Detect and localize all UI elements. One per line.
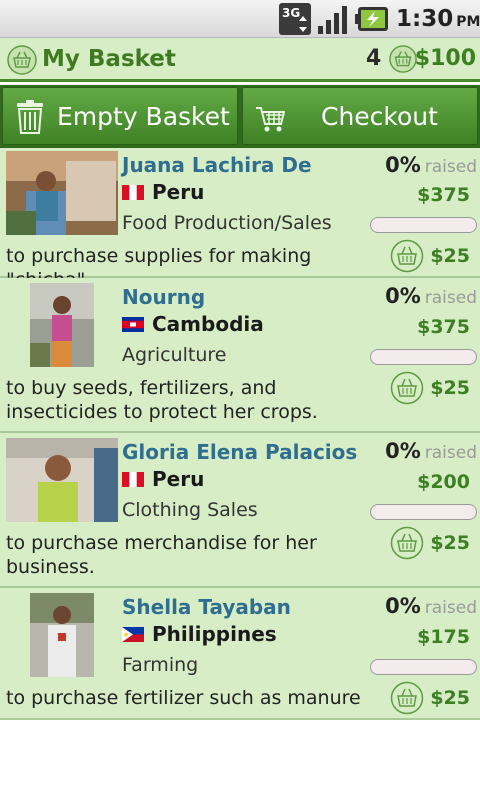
loan-amount: $200 bbox=[417, 471, 470, 493]
status-time: 1:30 PM bbox=[396, 6, 480, 32]
loan-amount: $175 bbox=[417, 626, 470, 648]
borrower-sector: Food Production/Sales bbox=[122, 212, 332, 234]
lend-amount[interactable]: $25 bbox=[430, 375, 470, 401]
list-item[interactable]: Shella Tayaban Philippines Farming 0% rai… bbox=[0, 588, 480, 720]
trash-icon bbox=[17, 100, 43, 134]
borrower-name[interactable]: Gloria Elena Palacios bbox=[122, 439, 357, 465]
basket-header: My Basket 4 $100 bbox=[0, 38, 480, 82]
loan-amount: $375 bbox=[417, 316, 470, 338]
percent-raised: 0% raised bbox=[385, 439, 477, 463]
loan-use: to purchase merchandise for her business… bbox=[6, 532, 317, 578]
percent-raised: 0% raised bbox=[385, 284, 477, 308]
borrower-sector: Agriculture bbox=[122, 344, 227, 366]
cart-icon bbox=[256, 107, 285, 132]
percent-raised: 0% raised bbox=[385, 153, 477, 177]
lend-amount[interactable]: $25 bbox=[430, 530, 470, 556]
empty-basket-button[interactable]: Empty Basket bbox=[2, 87, 238, 145]
checkout-label: Checkout bbox=[321, 102, 438, 131]
list-item[interactable]: Gloria Elena Palacios Peru Clothing Sale… bbox=[0, 433, 480, 588]
peru-flag-icon bbox=[122, 185, 144, 200]
basket-icon[interactable] bbox=[390, 681, 424, 715]
borrower-sector: Farming bbox=[122, 654, 199, 676]
borrower-country: Philippines bbox=[122, 621, 277, 647]
borrower-sector: Clothing Sales bbox=[122, 499, 258, 521]
funding-progress-bar bbox=[370, 217, 477, 233]
list-item[interactable]: Juana Lachira De Peru Food Production/Sa… bbox=[0, 148, 480, 291]
empty-basket-label: Empty Basket bbox=[57, 102, 230, 131]
action-bar: Empty Basket Checkout bbox=[0, 85, 480, 148]
basket-icon bbox=[7, 45, 37, 75]
borrower-photo bbox=[30, 283, 94, 367]
list-item[interactable]: Nourng Cambodia Agriculture 0% raised $37… bbox=[0, 278, 480, 433]
cambodia-flag-icon bbox=[122, 317, 144, 332]
percent-raised: 0% raised bbox=[385, 594, 477, 618]
basket-icon bbox=[389, 45, 417, 73]
basket-icon[interactable] bbox=[390, 526, 424, 560]
lend-amount[interactable]: $25 bbox=[430, 685, 470, 711]
battery-charging-icon bbox=[355, 7, 388, 31]
funding-progress-bar bbox=[370, 349, 477, 365]
basket-icon[interactable] bbox=[390, 239, 424, 273]
basket-total: $100 bbox=[414, 46, 476, 71]
funding-progress-bar bbox=[370, 504, 477, 520]
borrower-photo bbox=[6, 438, 118, 522]
borrower-name[interactable]: Shella Tayaban bbox=[122, 594, 291, 620]
borrower-name[interactable]: Juana Lachira De bbox=[122, 152, 312, 178]
status-bar: 3G 1:30 PM bbox=[0, 0, 480, 38]
borrower-photo bbox=[30, 593, 94, 677]
signal-strength-icon bbox=[318, 6, 347, 34]
borrower-photo bbox=[6, 151, 118, 235]
loan-use: to buy seeds, fertilizers, and insectici… bbox=[6, 377, 318, 423]
checkout-button[interactable]: Checkout bbox=[242, 87, 478, 145]
borrower-name[interactable]: Nourng bbox=[122, 284, 205, 310]
borrower-country: Peru bbox=[122, 179, 204, 205]
3g-data-icon: 3G bbox=[279, 3, 311, 35]
philippines-flag-icon bbox=[122, 627, 144, 642]
funding-progress-bar bbox=[370, 659, 477, 675]
basket-icon[interactable] bbox=[390, 371, 424, 405]
lend-amount[interactable]: $25 bbox=[430, 243, 470, 269]
borrower-country: Cambodia bbox=[122, 311, 264, 337]
svg-text:3G: 3G bbox=[282, 6, 300, 20]
basket-title: My Basket bbox=[42, 46, 176, 72]
borrower-country: Peru bbox=[122, 466, 204, 492]
basket-count: 4 bbox=[366, 46, 382, 71]
loan-use: to purchase fertilizer such as manure bbox=[6, 687, 361, 709]
loan-list: Juana Lachira De Peru Food Production/Sa… bbox=[0, 148, 480, 720]
loan-amount: $375 bbox=[417, 184, 470, 206]
peru-flag-icon bbox=[122, 472, 144, 487]
